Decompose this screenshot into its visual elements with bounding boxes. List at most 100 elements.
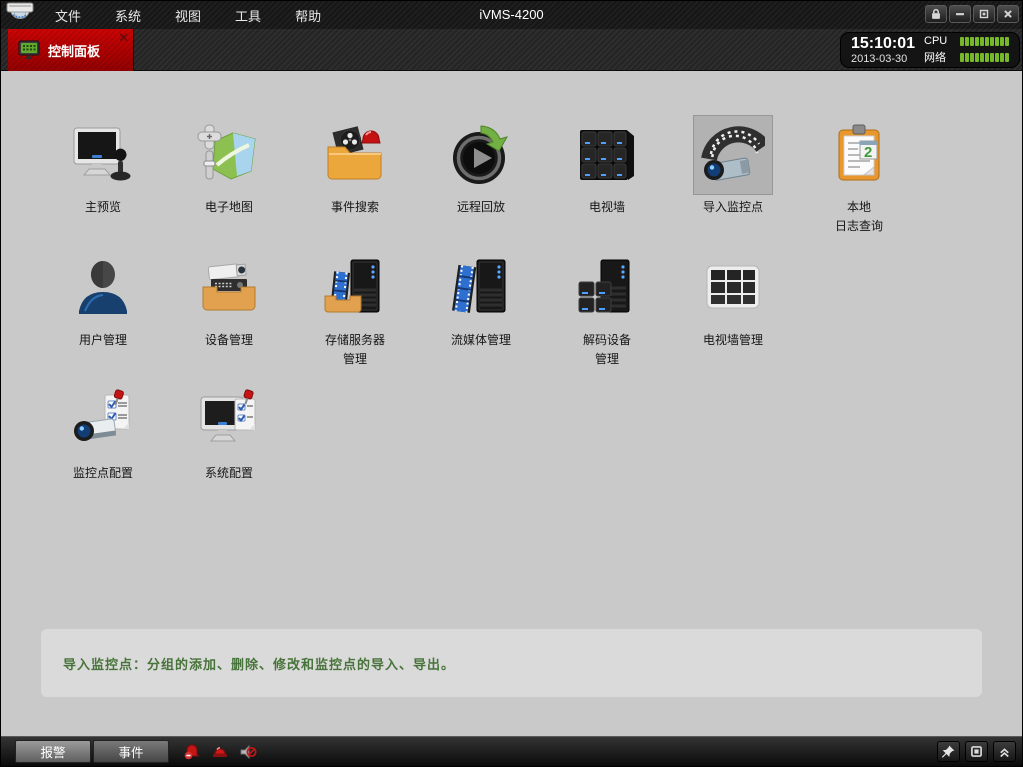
meter-segment xyxy=(980,37,984,46)
panel-item-import-camera[interactable]: 导入监控点 xyxy=(670,113,796,246)
panel-item-icon-box xyxy=(189,381,269,461)
launcher-row: 监控点配置 系统配置 xyxy=(40,379,922,512)
panel-item-icon-box xyxy=(441,115,521,195)
remote-playback-icon xyxy=(449,123,513,187)
network-meter xyxy=(960,53,1009,62)
svg-text:2: 2 xyxy=(864,144,872,161)
description-panel: 导入监控点：分组的添加、删除、修改和监控点的导入、导出。 xyxy=(41,629,982,697)
event-button[interactable]: 事件 xyxy=(93,740,169,763)
status-panel: 15:10:01 2013-03-30 CPU 网络 xyxy=(840,32,1020,68)
meter-segment xyxy=(960,37,964,46)
panel-item-device-management[interactable]: 设备管理 xyxy=(166,246,292,379)
panel-item-remote-playback[interactable]: 远程回放 xyxy=(418,113,544,246)
panel-item-user-management[interactable]: 用户管理 xyxy=(40,246,166,379)
app-window: 文件系统视图工具帮助 iVMS-4200 控制面板 ✕ 15:10:01 201… xyxy=(0,0,1023,767)
meter-segment xyxy=(1005,37,1009,46)
panel-item-system-config[interactable]: 系统配置 xyxy=(166,379,292,512)
panel-item-label: 导入监控点 xyxy=(703,198,763,217)
panel-item-label: 电视墙管理 xyxy=(703,331,763,350)
pin-button[interactable] xyxy=(937,741,960,762)
stream-media-icon xyxy=(449,256,513,320)
panel-item-icon-box xyxy=(567,115,647,195)
panel-item-icon-box xyxy=(189,115,269,195)
bottom-right-buttons xyxy=(937,741,1016,762)
panel-item-main-preview[interactable]: 主预览 xyxy=(40,113,166,246)
meter-segment xyxy=(970,53,974,62)
menu-file[interactable]: 文件 xyxy=(43,2,93,29)
tab-bar: 控制面板 ✕ 15:10:01 2013-03-30 CPU 网络 xyxy=(1,29,1022,71)
panel-item-stream-media[interactable]: 流媒体管理 xyxy=(418,246,544,379)
cpu-label: CPU xyxy=(924,35,952,47)
device-management-icon xyxy=(197,256,261,320)
local-log-icon: 2 xyxy=(827,123,891,187)
panel-item-icon-box: 2 xyxy=(819,115,899,195)
panel-item-label: 用户管理 xyxy=(79,331,127,350)
panel-item-tvwall-management[interactable]: 电视墙管理 xyxy=(670,246,796,379)
panel-item-camera-config[interactable]: 监控点配置 xyxy=(40,379,166,512)
siren-icon[interactable] xyxy=(211,743,229,761)
panel-item-label: 主预览 xyxy=(85,198,121,217)
e-map-icon xyxy=(197,123,261,187)
launcher-row: 用户管理 设备管理存储服务器 管理 流媒体管理 解码设备 管理 电视墙管理 xyxy=(40,246,922,379)
event-search-icon xyxy=(323,123,387,187)
meter-segment xyxy=(1000,53,1004,62)
menu-items: 文件系统视图工具帮助 xyxy=(43,2,333,29)
panel-item-tv-wall[interactable]: 电视墙 xyxy=(544,113,670,246)
audio-mute-icon[interactable] xyxy=(239,743,257,761)
panel-item-label: 流媒体管理 xyxy=(451,331,511,350)
meter-segment xyxy=(985,37,989,46)
panel-item-label: 系统配置 xyxy=(205,464,253,483)
menu-view[interactable]: 视图 xyxy=(163,2,213,29)
restore-window-button[interactable] xyxy=(965,741,988,762)
meter-segment xyxy=(975,53,979,62)
bottom-bar: 报警 事件 xyxy=(1,736,1022,766)
panel-item-local-log[interactable]: 2本地 日志查询 xyxy=(796,113,922,246)
meter-segment xyxy=(985,53,989,62)
tab-close-icon[interactable]: ✕ xyxy=(118,31,129,44)
panel-item-event-search[interactable]: 事件搜索 xyxy=(292,113,418,246)
panel-item-icon-box xyxy=(63,381,143,461)
panel-item-icon-box xyxy=(567,248,647,328)
panel-item-label: 远程回放 xyxy=(457,198,505,217)
system-config-icon xyxy=(197,389,261,453)
minimize-button[interactable] xyxy=(949,5,971,23)
app-logo-camera-icon xyxy=(4,2,36,28)
window-controls xyxy=(925,5,1019,23)
lock-button[interactable] xyxy=(925,5,947,23)
meter-segment xyxy=(980,53,984,62)
meter-segment xyxy=(965,53,969,62)
menu-system[interactable]: 系统 xyxy=(103,2,153,29)
panel-item-e-map[interactable]: 电子地图 xyxy=(166,113,292,246)
meter-segment xyxy=(960,53,964,62)
panel-item-label: 电视墙 xyxy=(589,198,625,217)
meter-segment xyxy=(995,37,999,46)
close-button[interactable] xyxy=(997,5,1019,23)
tv-wall-icon xyxy=(575,123,639,187)
meter-segment xyxy=(1005,53,1009,62)
panel-item-label: 电子地图 xyxy=(205,198,253,217)
alarm-button[interactable]: 报警 xyxy=(15,740,91,763)
panel-item-label: 存储服务器 管理 xyxy=(325,331,385,368)
panel-item-decode-device[interactable]: 解码设备 管理 xyxy=(544,246,670,379)
launcher-row: 主预览 电子地图 事件搜索远程回放 电视墙 导入监控点 2本地 日志查询 xyxy=(40,113,922,246)
clock-date: 2013-03-30 xyxy=(851,53,915,65)
panel-item-storage-server[interactable]: 存储服务器 管理 xyxy=(292,246,418,379)
panel-item-icon-box xyxy=(315,115,395,195)
collapse-button[interactable] xyxy=(993,741,1016,762)
panel-item-icon-box xyxy=(693,115,773,195)
user-management-icon xyxy=(71,256,135,320)
menu-help[interactable]: 帮助 xyxy=(283,2,333,29)
usage-meters: CPU 网络 xyxy=(924,35,1009,65)
launcher-grid: 主预览 电子地图 事件搜索远程回放 电视墙 导入监控点 2本地 日志查询用户管理 设备管理存… xyxy=(40,113,922,512)
alarm-bell-minus-icon[interactable] xyxy=(183,743,201,761)
panel-item-icon-box xyxy=(315,248,395,328)
control-panel-icon xyxy=(18,40,40,60)
menu-tools[interactable]: 工具 xyxy=(223,2,273,29)
panel-item-label: 解码设备 管理 xyxy=(583,331,631,368)
main-preview-icon xyxy=(71,123,135,187)
maximize-button[interactable] xyxy=(973,5,995,23)
tvwall-management-icon xyxy=(701,256,765,320)
menu-bar: 文件系统视图工具帮助 iVMS-4200 xyxy=(1,1,1022,29)
tab-control-panel[interactable]: 控制面板 ✕ xyxy=(8,29,134,71)
panel-item-label: 监控点配置 xyxy=(73,464,133,483)
